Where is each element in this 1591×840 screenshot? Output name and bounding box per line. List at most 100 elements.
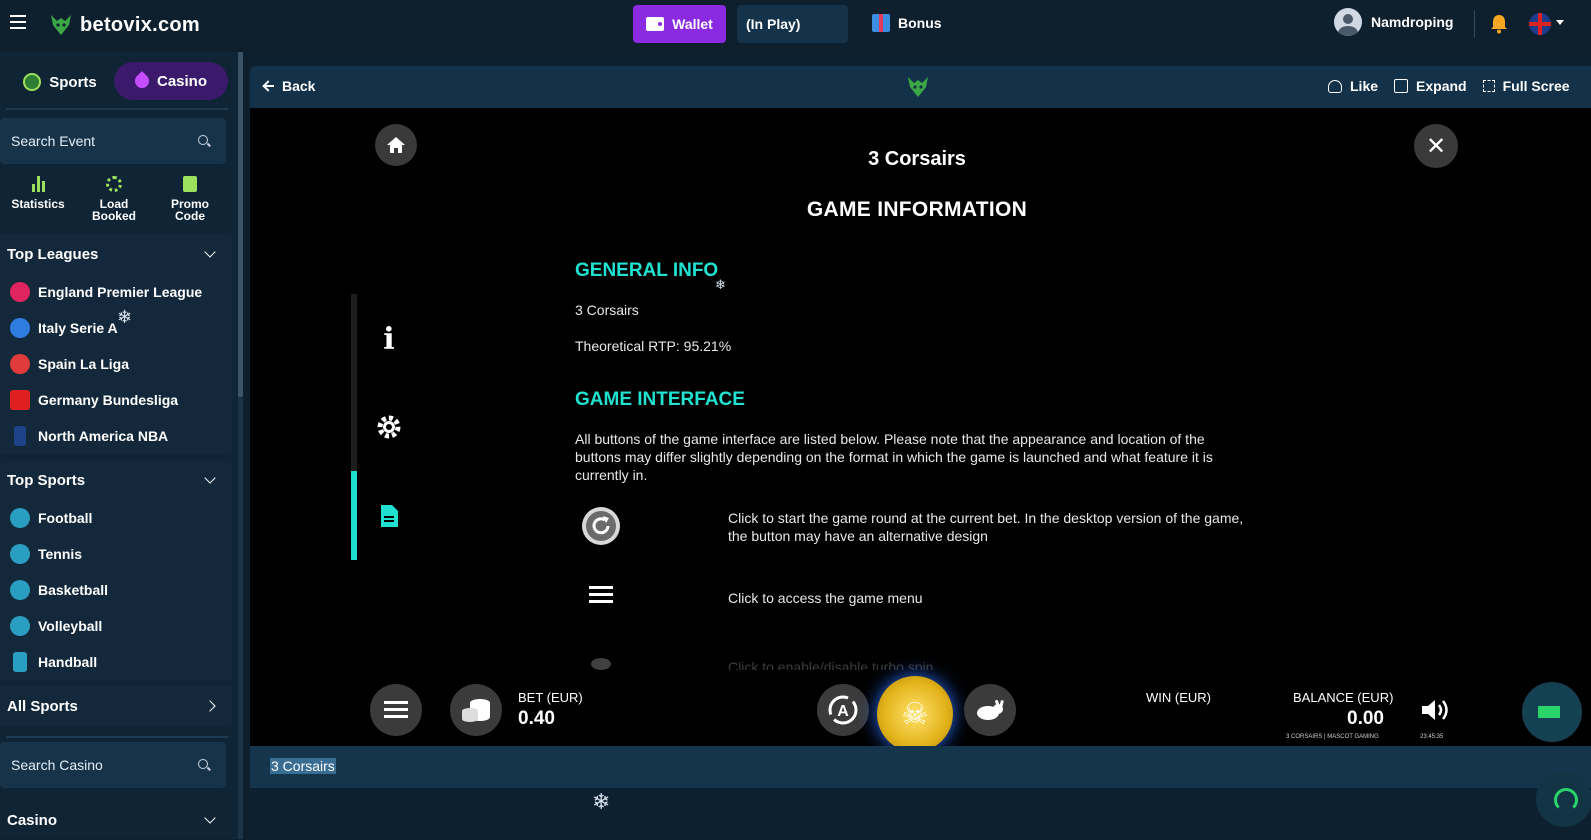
- serie-a-icon: [10, 318, 30, 338]
- refresh-icon: [581, 506, 621, 546]
- turbo-button[interactable]: [964, 684, 1016, 736]
- search-icon[interactable]: [198, 759, 208, 769]
- interface-row-text: Click to enable/disable turbo spin: [728, 659, 934, 670]
- document-icon[interactable]: [372, 499, 406, 533]
- heart-icon: [1328, 79, 1342, 93]
- main-content: Back Like Expand Full Scree ✕ 3 Corsairs…: [250, 66, 1591, 839]
- bell-icon[interactable]: [1490, 14, 1508, 34]
- sport-label: Tennis: [38, 546, 83, 562]
- search-casino-input[interactable]: Search Casino: [0, 742, 226, 788]
- bonus-button[interactable]: Bonus: [872, 14, 942, 32]
- general-info-name: 3 Corsairs: [575, 302, 639, 318]
- uk-flag-icon[interactable]: [1529, 13, 1551, 35]
- bundesliga-icon: [10, 390, 30, 410]
- in-play-button[interactable]: (In Play): [737, 5, 848, 43]
- sport-item[interactable]: Volleyball: [0, 608, 232, 644]
- league-item[interactable]: Spain La Liga: [0, 346, 232, 382]
- game-frame[interactable]: ✕ 3 Corsairs GAME INFORMATION i GENERAL …: [250, 108, 1591, 752]
- autoplay-button[interactable]: A: [817, 684, 869, 736]
- casino-tab-label: Casino: [156, 72, 207, 90]
- arrow-left-icon: [264, 85, 274, 87]
- search-icon[interactable]: [198, 135, 208, 145]
- section-title: All Sports: [7, 697, 78, 715]
- viking-logo-icon: [908, 77, 928, 97]
- promo-code-icon: [183, 170, 197, 192]
- game-menu-button[interactable]: [370, 684, 422, 736]
- promo-code-link[interactable]: Promo Code: [152, 170, 228, 234]
- sport-label: Football: [38, 510, 93, 526]
- selected-game-name: 3 Corsairs: [270, 758, 336, 774]
- all-sports-header[interactable]: All Sports: [0, 686, 232, 726]
- casino-tab[interactable]: Casino: [114, 62, 228, 100]
- search-event-placeholder: Search Event: [11, 133, 96, 149]
- balance-label: BALANCE (EUR): [1293, 690, 1394, 705]
- sport-item[interactable]: Handball: [0, 644, 232, 680]
- active-tab-indicator: [351, 471, 357, 560]
- interface-intro: All buttons of the game interface are li…: [575, 431, 1213, 483]
- casino-header[interactable]: Casino: [0, 800, 232, 840]
- headset-icon[interactable]: [1536, 771, 1591, 827]
- sport-item[interactable]: Tennis: [0, 536, 232, 572]
- sound-button[interactable]: [1410, 684, 1462, 736]
- speaker-icon: [1422, 700, 1448, 720]
- user-menu[interactable]: Namdroping: [1334, 8, 1453, 36]
- viking-logo-icon: [51, 15, 71, 35]
- nba-icon: [14, 426, 26, 446]
- sidebar-scrollbar[interactable]: [238, 52, 243, 839]
- chevron-right-icon: [204, 700, 216, 712]
- handball-icon: [13, 652, 27, 672]
- league-item[interactable]: Italy Serie A: [0, 310, 232, 346]
- divider: [6, 108, 228, 110]
- league-item[interactable]: England Premier League: [0, 274, 232, 310]
- sport-item[interactable]: Football: [0, 500, 232, 536]
- wallet-button[interactable]: Wallet: [633, 5, 726, 43]
- fullscreen-button[interactable]: Full Scree: [1482, 78, 1570, 94]
- header-actions: Like Expand Full Scree: [1328, 78, 1570, 94]
- sports-tab[interactable]: Sports: [6, 62, 114, 102]
- sport-label: Volleyball: [38, 618, 103, 634]
- sport-item[interactable]: Basketball: [0, 572, 232, 608]
- football-icon: [10, 508, 30, 528]
- expand-label: Expand: [1416, 78, 1467, 94]
- chevron-down-icon[interactable]: [1556, 20, 1564, 25]
- back-label: Back: [282, 78, 316, 94]
- league-label: Germany Bundesliga: [38, 392, 179, 408]
- all-sports-link[interactable]: All Sports: [0, 686, 232, 726]
- volleyball-icon: [10, 616, 30, 636]
- load-booked-link[interactable]: Load Booked: [76, 170, 152, 234]
- top-leagues-header[interactable]: Top Leagues: [0, 234, 232, 274]
- quick-link-label: Load Booked: [91, 197, 136, 223]
- settings-icon[interactable]: [372, 410, 406, 444]
- snowflake-icon: ❄: [592, 789, 611, 814]
- rabbit-icon: [977, 699, 1004, 720]
- statistics-link[interactable]: Statistics: [0, 170, 76, 234]
- casino-section[interactable]: Casino: [0, 800, 232, 840]
- quick-links: Statistics Load Booked Promo Code: [0, 170, 232, 234]
- top-sports-header[interactable]: Top Sports: [0, 460, 232, 500]
- spin-button[interactable]: ☠: [877, 676, 953, 752]
- balance-value: 0.00: [1347, 708, 1384, 729]
- info-title: GAME INFORMATION: [806, 198, 1028, 221]
- bet-label: BET (EUR): [518, 690, 583, 705]
- section-title: Casino: [7, 811, 58, 829]
- wallet-icon: [646, 17, 665, 31]
- bar-chart-icon: [31, 170, 45, 192]
- bet-button[interactable]: [450, 684, 502, 736]
- info-icon[interactable]: i: [372, 322, 406, 357]
- expand-button[interactable]: Expand: [1394, 78, 1467, 94]
- game-controls: BET (EUR) 0.40 A ☠ WIN (EUR) BALANCE (EU…: [250, 676, 1591, 752]
- top-bar: betovix.com Wallet (In Play) Bonus Namdr…: [0, 0, 1591, 52]
- league-item[interactable]: North America NBA: [0, 418, 232, 454]
- back-button[interactable]: Back: [264, 78, 315, 94]
- like-button[interactable]: Like: [1328, 78, 1378, 94]
- search-event-input[interactable]: Search Event: [0, 118, 226, 164]
- league-label: Spain La Liga: [38, 356, 130, 372]
- rtp-text: Theoretical RTP: 95.21%: [575, 338, 732, 354]
- brand-logo[interactable]: betovix.com: [48, 12, 200, 38]
- quick-link-label: Statistics: [11, 197, 65, 211]
- game-title: 3 Corsairs: [868, 148, 966, 170]
- ticket-icon[interactable]: [1522, 682, 1582, 742]
- hamburger-menu-icon[interactable]: [10, 15, 26, 31]
- scrollbar-thumb[interactable]: [238, 52, 243, 397]
- league-item[interactable]: Germany Bundesliga: [0, 382, 232, 418]
